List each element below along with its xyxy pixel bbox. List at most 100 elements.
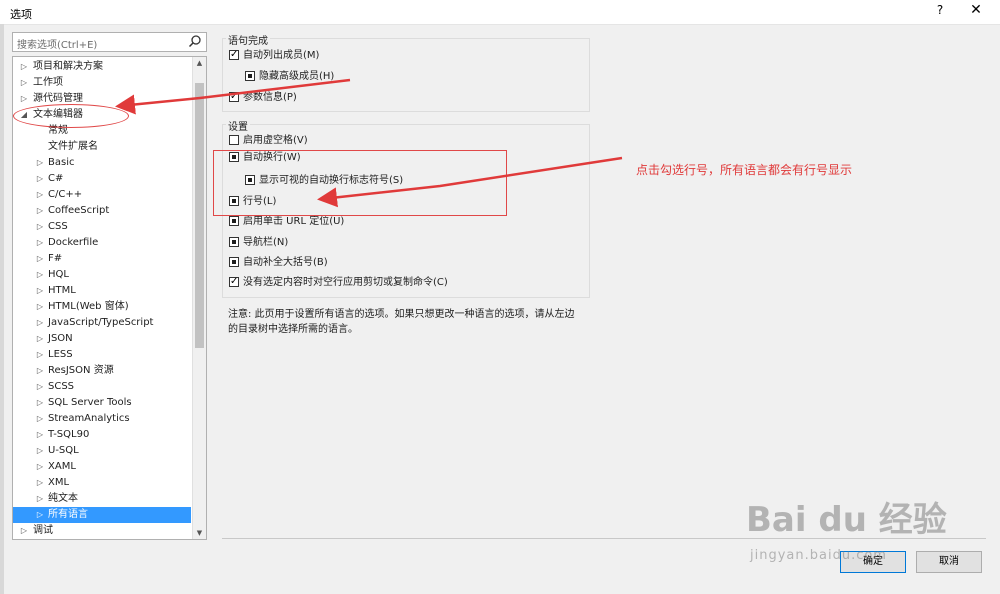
annotation-text: 点击勾选行号，所有语言都会有行号显示 — [636, 163, 853, 177]
collapsed-arrow-icon[interactable]: ▷ — [35, 491, 45, 507]
checkbox-icon[interactable] — [229, 135, 239, 145]
tree-item[interactable]: ▷ 所有语言 — [13, 507, 191, 523]
scroll-down-icon[interactable]: ▼ — [193, 527, 206, 539]
tree-item-label: SQL Server Tools — [48, 397, 132, 408]
tree-item[interactable]: ▷ CSS — [13, 219, 191, 235]
close-button[interactable]: ✕ — [966, 2, 986, 22]
tree-item[interactable]: ▷ HTML — [13, 283, 191, 299]
checkbox-icon[interactable] — [229, 216, 239, 226]
collapsed-arrow-icon[interactable]: ▷ — [35, 347, 45, 363]
collapsed-arrow-icon[interactable]: ▷ — [35, 475, 45, 491]
tree-item[interactable]: ▷ T-SQL90 — [13, 427, 191, 443]
collapsed-arrow-icon[interactable]: ▷ — [35, 395, 45, 411]
options-tree[interactable]: ▷ 项目和解决方案 ▷ 工作项 ▷ 源代码管理 ◢ 文本编辑器 常规 文件扩展名 ▷ Basic ▷ C#… — [12, 56, 207, 540]
collapsed-arrow-icon[interactable]: ▷ — [35, 235, 45, 251]
checkbox-icon[interactable] — [245, 71, 255, 81]
option-label: 自动列出成员(M) — [243, 50, 320, 61]
tree-item[interactable]: 文件扩展名 — [13, 139, 191, 155]
tree-item[interactable]: ▷ ResJSON 资源 — [13, 363, 191, 379]
tree-item-label: F# — [48, 253, 63, 264]
search-placeholder: 搜索选项(Ctrl+E) — [17, 40, 98, 51]
collapsed-arrow-icon[interactable]: ▷ — [19, 59, 29, 75]
collapsed-arrow-icon[interactable]: ▷ — [35, 203, 45, 219]
collapsed-arrow-icon[interactable]: ▷ — [35, 459, 45, 475]
note-text: 注意: 此页用于设置所有语言的选项。如果只想更改一种语言的选项，请从左边的目录树… — [228, 309, 575, 335]
collapsed-arrow-icon[interactable]: ▷ — [19, 75, 29, 91]
tree-item[interactable]: ▷ Basic — [13, 155, 191, 171]
checkbox-icon[interactable] — [229, 90, 239, 104]
tree-item[interactable]: ▷ C/C++ — [13, 187, 191, 203]
collapsed-arrow-icon[interactable]: ▷ — [35, 443, 45, 459]
tree-item[interactable]: ▷ U-SQL — [13, 443, 191, 459]
tree-item-label: HQL — [48, 269, 69, 280]
search-icon[interactable] — [188, 34, 202, 48]
tree-item[interactable]: ▷ 源代码管理 — [13, 91, 191, 107]
tree-item[interactable]: ▷ HTML(Web 窗体) — [13, 299, 191, 315]
tree-item-label: U-SQL — [48, 445, 79, 456]
collapsed-arrow-icon[interactable]: ▷ — [35, 283, 45, 299]
tree-item[interactable]: ▷ CoffeeScript — [13, 203, 191, 219]
tree-item-label: CSS — [48, 221, 68, 232]
tree-item-label: JSON — [48, 333, 73, 344]
help-button[interactable]: ? — [930, 3, 950, 21]
window-title: 选项 — [10, 8, 32, 21]
tree-item[interactable]: ▷ C# — [13, 171, 191, 187]
search-input[interactable]: 搜索选项(Ctrl+E) — [12, 32, 207, 52]
tree-item[interactable]: ▷ 调试 — [13, 523, 191, 539]
tree-item-label: 文件扩展名 — [48, 141, 98, 152]
tree-item[interactable]: ▷ Dockerfile — [13, 235, 191, 251]
tree-item-label: Dockerfile — [48, 237, 99, 248]
tree-item[interactable]: ▷ XAML — [13, 459, 191, 475]
tree-item[interactable]: ▷ HQL — [13, 267, 191, 283]
tree-item[interactable]: ▷ 项目和解决方案 — [13, 59, 191, 75]
tree-item-label: SCSS — [48, 381, 75, 392]
collapsed-arrow-icon[interactable]: ▷ — [35, 331, 45, 347]
tree-item-label: XML — [48, 477, 70, 488]
tree-item-label: JavaScript/TypeScript — [48, 317, 154, 328]
collapsed-arrow-icon[interactable]: ▷ — [35, 299, 45, 315]
tree-item[interactable]: ▷ XML — [13, 475, 191, 491]
tree-item[interactable]: ▷ SCSS — [13, 379, 191, 395]
tree-item-label: 所有语言 — [48, 509, 88, 520]
collapsed-arrow-icon[interactable]: ▷ — [35, 171, 45, 187]
collapsed-arrow-icon[interactable]: ▷ — [35, 251, 45, 267]
tree-item[interactable]: ▷ LESS — [13, 347, 191, 363]
scroll-up-icon[interactable]: ▲ — [193, 57, 206, 69]
tree-item-label: StreamAnalytics — [48, 413, 130, 424]
tree-item[interactable]: ▷ 纯文本 — [13, 491, 191, 507]
checkbox-icon[interactable] — [229, 48, 239, 62]
tree-item[interactable]: ▷ 工作项 — [13, 75, 191, 91]
tree-item-label: HTML — [48, 285, 76, 296]
collapsed-arrow-icon[interactable]: ▷ — [35, 187, 45, 203]
collapsed-arrow-icon[interactable]: ▷ — [35, 267, 45, 283]
collapsed-arrow-icon[interactable]: ▷ — [35, 379, 45, 395]
checkbox-icon[interactable] — [229, 275, 239, 289]
option-label: 没有选定内容时对空行应用剪切或复制命令(C) — [243, 277, 448, 288]
title-bar: 选项 ? ✕ — [0, 0, 1000, 25]
watermark-text: Bai du 经验 — [746, 500, 947, 540]
checkbox-icon[interactable] — [229, 237, 239, 247]
tree-scrollbar[interactable]: ▲ ▼ — [192, 57, 206, 539]
collapsed-arrow-icon[interactable]: ▷ — [35, 315, 45, 331]
checkbox-icon[interactable] — [229, 257, 239, 267]
scroll-thumb[interactable] — [195, 83, 204, 348]
collapsed-arrow-icon[interactable]: ▷ — [35, 507, 45, 523]
option-label: 参数信息(P) — [243, 92, 297, 103]
tree-item[interactable]: ▷ JavaScript/TypeScript — [13, 315, 191, 331]
option-label: 自动补全大括号(B) — [243, 257, 328, 268]
highlight-box — [213, 150, 507, 216]
collapsed-arrow-icon[interactable]: ▷ — [35, 219, 45, 235]
tree-item-label: T-SQL90 — [48, 429, 90, 440]
collapsed-arrow-icon[interactable]: ▷ — [35, 363, 45, 379]
collapsed-arrow-icon[interactable]: ▷ — [19, 91, 29, 107]
tree-item-label: 工作项 — [33, 77, 63, 88]
tree-item[interactable]: ▷ StreamAnalytics — [13, 411, 191, 427]
background-window-edge — [0, 24, 4, 594]
tree-item[interactable]: ▷ JSON — [13, 331, 191, 347]
collapsed-arrow-icon[interactable]: ▷ — [35, 411, 45, 427]
collapsed-arrow-icon[interactable]: ▷ — [19, 523, 29, 539]
tree-item[interactable]: ▷ F# — [13, 251, 191, 267]
collapsed-arrow-icon[interactable]: ▷ — [35, 427, 45, 443]
collapsed-arrow-icon[interactable]: ▷ — [35, 155, 45, 171]
tree-item[interactable]: ▷ SQL Server Tools — [13, 395, 191, 411]
